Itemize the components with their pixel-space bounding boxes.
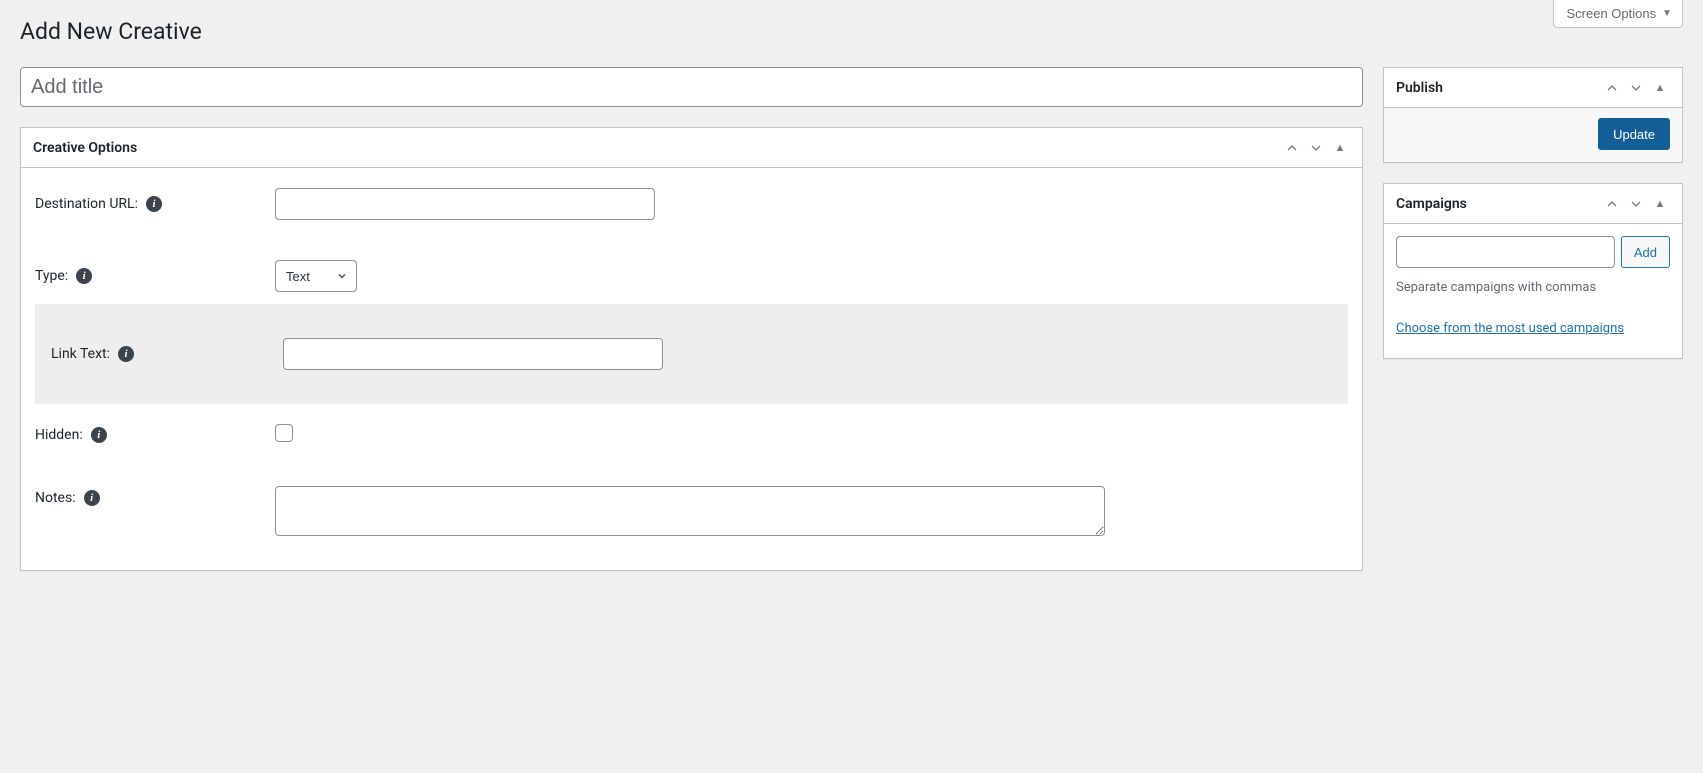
publish-box: Publish ▲ Update (1383, 67, 1683, 163)
move-down-icon[interactable] (1626, 194, 1646, 214)
campaigns-input[interactable] (1396, 236, 1615, 268)
move-up-icon[interactable] (1602, 78, 1622, 98)
toggle-panel-icon[interactable]: ▲ (1330, 141, 1350, 154)
notes-label: Notes: (35, 490, 76, 506)
hidden-checkbox[interactable] (275, 424, 293, 442)
creative-options-box: Creative Options ▲ Destination URL: i (20, 127, 1363, 571)
publish-heading: Publish (1396, 80, 1443, 96)
move-up-icon[interactable] (1282, 138, 1302, 158)
hidden-label: Hidden: (35, 427, 83, 443)
type-select[interactable]: Text (275, 260, 357, 292)
move-down-icon[interactable] (1626, 78, 1646, 98)
creative-options-heading: Creative Options (33, 140, 137, 156)
title-input[interactable] (20, 67, 1363, 107)
screen-options-label: Screen Options (1566, 6, 1656, 21)
caret-down-icon: ▼ (1662, 8, 1672, 19)
campaigns-heading: Campaigns (1396, 196, 1467, 212)
campaigns-box: Campaigns ▲ Add Separate campaigns with … (1383, 183, 1683, 359)
type-label: Type: (35, 268, 68, 284)
link-text-input[interactable] (283, 338, 663, 370)
toggle-panel-icon[interactable]: ▲ (1650, 197, 1670, 210)
page-title: Add New Creative (20, 0, 1683, 49)
info-icon[interactable]: i (76, 268, 92, 284)
campaigns-hint: Separate campaigns with commas (1396, 280, 1670, 295)
info-icon[interactable]: i (91, 427, 107, 443)
screen-options-button[interactable]: Screen Options ▼ (1553, 0, 1683, 28)
toggle-panel-icon[interactable]: ▲ (1650, 81, 1670, 94)
destination-url-input[interactable] (275, 188, 655, 220)
info-icon[interactable]: i (118, 346, 134, 362)
info-icon[interactable]: i (146, 196, 162, 212)
campaigns-most-used-link[interactable]: Choose from the most used campaigns (1396, 321, 1624, 336)
move-up-icon[interactable] (1602, 194, 1622, 214)
notes-textarea[interactable] (275, 486, 1105, 536)
destination-url-label: Destination URL: (35, 196, 138, 212)
info-icon[interactable]: i (84, 490, 100, 506)
link-text-label: Link Text: (51, 346, 110, 362)
move-down-icon[interactable] (1306, 138, 1326, 158)
update-button[interactable]: Update (1598, 118, 1670, 150)
add-campaign-button[interactable]: Add (1621, 236, 1670, 268)
